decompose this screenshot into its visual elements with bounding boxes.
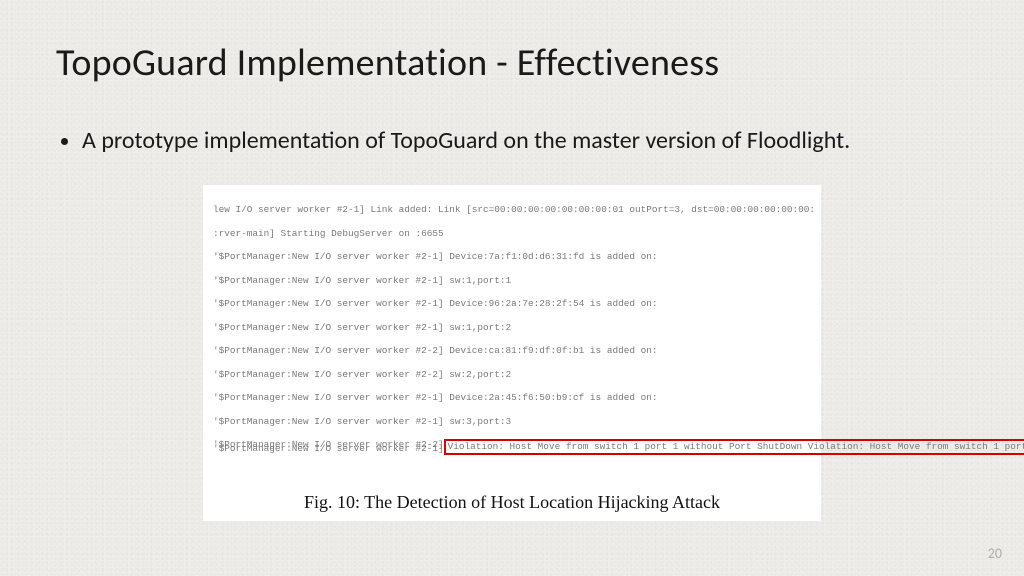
bullet-list: A prototype implementation of TopoGuard … xyxy=(56,126,968,157)
page-number: 20 xyxy=(988,545,1002,562)
log-line: '$PortManager:New I/O server worker #2-1… xyxy=(213,275,811,287)
log-line: '$PortManager:New I/O server worker #2-2… xyxy=(213,345,811,357)
log-line: :rver-main] Starting DebugServer on :665… xyxy=(213,228,811,240)
log-line: '$PortManager:New I/O server worker #2-1… xyxy=(213,322,811,334)
log-line: '$PortManager:New I/O server worker #2-1… xyxy=(213,392,811,404)
bullet-item: A prototype implementation of TopoGuard … xyxy=(82,126,968,157)
log-line: lew I/O server worker #2-1] Link added: … xyxy=(213,204,811,216)
slide-container: TopoGuard Implementation - Effectiveness… xyxy=(0,0,1024,576)
log-line: '$PortManager:New I/O server worker #2-1… xyxy=(213,416,811,428)
log-line: '$PortManager:New I/O server worker #2-1… xyxy=(213,251,811,263)
figure-block: lew I/O server worker #2-1] Link added: … xyxy=(203,185,821,521)
slide-title: TopoGuard Implementation - Effectiveness xyxy=(56,40,968,86)
figure-caption: Fig. 10: The Detection of Host Location … xyxy=(213,492,811,513)
log-line: '$PortManager:New I/O server worker #2-2… xyxy=(213,369,811,381)
log-line: '$PortManager:New I/O server worker #2-1… xyxy=(213,298,811,310)
violation-highlight: Violation: Host Move from switch 1 port … xyxy=(444,439,1024,454)
violation-line: Violation: Host Move from switch 1 port … xyxy=(448,441,802,452)
log-output: lew I/O server worker #2-1] Link added: … xyxy=(213,193,811,478)
violation-line: Violation: Host Move from switch 1 port … xyxy=(808,441,1024,452)
